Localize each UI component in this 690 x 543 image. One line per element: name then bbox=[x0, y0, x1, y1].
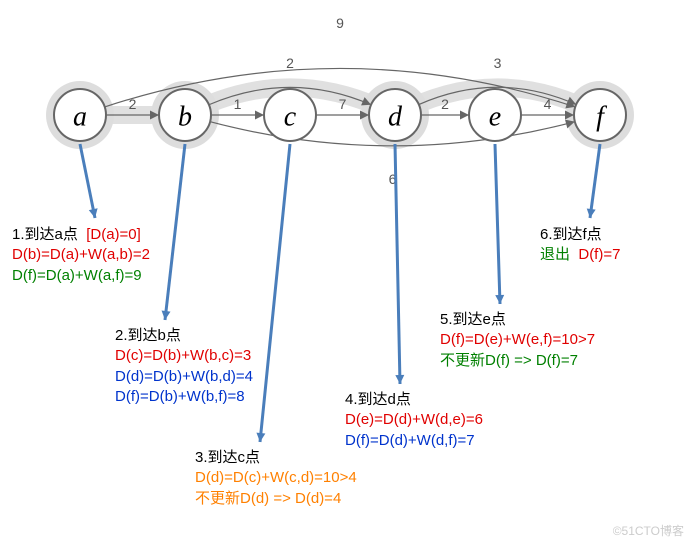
step-6: 6.到达f点 退出 D(f)=7 bbox=[540, 225, 620, 266]
step5-title: 5.到达e点 bbox=[440, 311, 506, 328]
step2-l2: D(d)=D(b)+W(b,d)=4 bbox=[115, 368, 253, 385]
svg-text:2: 2 bbox=[286, 55, 294, 71]
svg-text:b: b bbox=[178, 102, 192, 133]
step1-title: 1.到达a点 bbox=[12, 226, 78, 243]
svg-text:a: a bbox=[73, 102, 87, 133]
svg-text:1: 1 bbox=[234, 96, 242, 112]
step4-l1: D(e)=D(d)+W(d,e)=6 bbox=[345, 411, 483, 428]
svg-text:2: 2 bbox=[441, 96, 449, 112]
step-4: 4.到达d点 D(e)=D(d)+W(d,e)=6 D(f)=D(d)+W(d,… bbox=[345, 390, 483, 451]
step3-l2: 不更新D(d) => D(d)=4 bbox=[195, 490, 341, 507]
watermark: ©51CTO博客 bbox=[613, 522, 684, 539]
svg-text:7: 7 bbox=[339, 96, 347, 112]
step-3: 3.到达c点 D(d)=D(c)+W(c,d)=10>4 不更新D(d) => … bbox=[195, 448, 357, 509]
step4-l2: D(f)=D(d)+W(d,f)=7 bbox=[345, 432, 475, 449]
step6-title: 6.到达f点 bbox=[540, 226, 602, 243]
svg-text:9: 9 bbox=[336, 15, 344, 31]
step3-l1: D(d)=D(c)+W(c,d)=10>4 bbox=[195, 469, 357, 486]
step4-title: 4.到达d点 bbox=[345, 391, 411, 408]
step1-extra: [D(a)=0] bbox=[86, 226, 141, 243]
step1-l1: D(b)=D(a)+W(a,b)=2 bbox=[12, 246, 150, 263]
svg-text:c: c bbox=[284, 102, 297, 133]
svg-text:3: 3 bbox=[494, 55, 502, 71]
step2-title: 2.到达b点 bbox=[115, 327, 181, 344]
step3-title: 3.到达c点 bbox=[195, 449, 260, 466]
svg-text:d: d bbox=[388, 102, 403, 133]
step2-l3: D(f)=D(b)+W(b,f)=8 bbox=[115, 388, 245, 405]
step5-l1: D(f)=D(e)+W(e,f)=10>7 bbox=[440, 331, 595, 348]
step-1: 1.到达a点 [D(a)=0] D(b)=D(a)+W(a,b)=2 D(f)=… bbox=[12, 225, 150, 286]
step6-l1b: D(f)=7 bbox=[578, 246, 620, 263]
step-5: 5.到达e点 D(f)=D(e)+W(e,f)=10>7 不更新D(f) => … bbox=[440, 310, 595, 371]
step2-l1: D(c)=D(b)+W(b,c)=3 bbox=[115, 347, 251, 364]
step6-l1a: 退出 bbox=[540, 246, 570, 263]
step5-l2: 不更新D(f) => D(f)=7 bbox=[440, 352, 578, 369]
step1-l2: D(f)=D(a)+W(a,f)=9 bbox=[12, 267, 142, 284]
svg-text:e: e bbox=[489, 102, 501, 133]
step-2: 2.到达b点 D(c)=D(b)+W(b,c)=3 D(d)=D(b)+W(b,… bbox=[115, 326, 253, 407]
